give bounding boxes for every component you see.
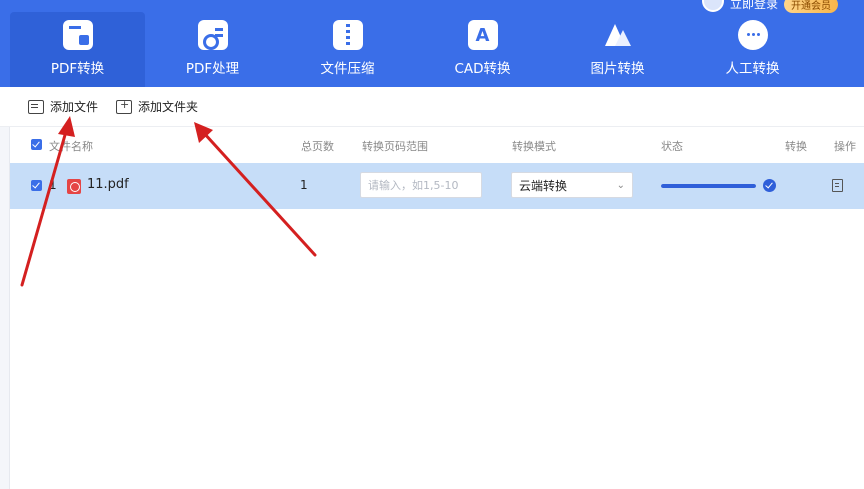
add-file-icon xyxy=(28,99,44,114)
page-range-input[interactable] xyxy=(360,172,482,198)
tab-label: 人工转换 xyxy=(725,61,780,77)
table-header: 文件名称 总页数 转换页码范围 转换模式 状态 转换 操作 xyxy=(10,128,864,162)
zip-icon xyxy=(332,20,363,50)
row-index: 1 xyxy=(49,178,57,192)
conversion-progress-bar xyxy=(661,184,756,188)
main-tabs: PDF转换 PDF处理 文件压缩 A CAD转换 图片转换 人工转换 xyxy=(10,12,820,87)
table-row[interactable]: 1 11.pdf 1 云端转换 ⌄ xyxy=(10,163,864,209)
add-file-button[interactable]: 添加文件 xyxy=(28,98,98,115)
tab-label: 文件压缩 xyxy=(320,61,375,77)
header-total-pages: 总页数 xyxy=(301,140,334,153)
image-icon xyxy=(603,20,633,50)
login-link[interactable]: 立即登录 xyxy=(730,0,778,12)
header-page-range: 转换页码范围 xyxy=(362,140,428,153)
tab-label: 图片转换 xyxy=(590,61,645,77)
header-status: 状态 xyxy=(661,140,683,153)
tab-file-compress[interactable]: 文件压缩 xyxy=(280,12,415,87)
pdf-file-icon xyxy=(67,179,81,194)
cad-icon: A xyxy=(467,20,498,50)
chat-bubble-icon xyxy=(737,20,768,50)
tab-image-convert[interactable]: 图片转换 xyxy=(550,12,685,87)
pdf-convert-icon xyxy=(62,20,93,50)
add-file-label: 添加文件 xyxy=(50,100,99,114)
tab-label: PDF处理 xyxy=(185,61,240,77)
convert-mode-value: 云端转换 xyxy=(519,178,568,193)
header-action: 操作 xyxy=(834,140,856,153)
login-area[interactable]: 立即登录 开通会员 xyxy=(701,0,838,13)
add-folder-button[interactable]: 添加文件夹 xyxy=(116,98,198,115)
check-circle-icon xyxy=(763,179,776,192)
avatar[interactable] xyxy=(701,0,724,12)
tab-label: CAD转换 xyxy=(454,61,511,77)
tab-manual-convert[interactable]: 人工转换 xyxy=(685,12,820,87)
add-folder-label: 添加文件夹 xyxy=(138,100,199,114)
left-panel-edge xyxy=(0,127,10,489)
convert-mode-select[interactable]: 云端转换 ⌄ xyxy=(511,172,633,198)
conversion-progress-fill xyxy=(661,184,756,188)
file-name: 11.pdf xyxy=(87,177,129,192)
tab-label: PDF转换 xyxy=(50,61,105,77)
top-navigation-bar: 立即登录 开通会员 PDF转换 PDF处理 文件压缩 A CAD转换 图片转换 … xyxy=(0,0,864,87)
document-icon[interactable] xyxy=(832,179,843,192)
chevron-down-icon: ⌄ xyxy=(616,179,625,191)
tab-cad-convert[interactable]: A CAD转换 xyxy=(415,12,550,87)
file-toolbar: 添加文件 添加文件夹 xyxy=(0,87,864,127)
pdf-process-icon xyxy=(197,20,228,50)
header-convert: 转换 xyxy=(785,140,807,153)
header-convert-mode: 转换模式 xyxy=(512,140,556,153)
select-all-checkbox[interactable] xyxy=(31,139,42,150)
vip-badge[interactable]: 开通会员 xyxy=(784,0,838,13)
row-checkbox[interactable] xyxy=(31,180,42,191)
cad-icon-glyph: A xyxy=(475,24,490,46)
total-pages: 1 xyxy=(300,178,308,192)
add-folder-icon xyxy=(116,98,133,114)
tab-pdf-convert[interactable]: PDF转换 xyxy=(10,12,145,87)
header-file-name: 文件名称 xyxy=(49,140,93,153)
tab-pdf-process[interactable]: PDF处理 xyxy=(145,12,280,87)
